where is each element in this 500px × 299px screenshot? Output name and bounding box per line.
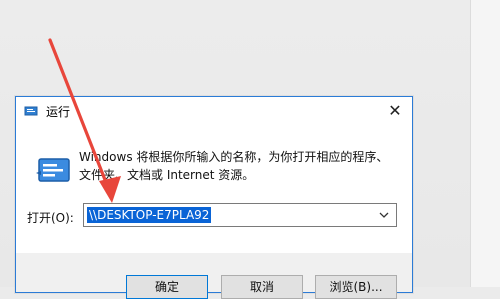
description-line-2: 文件夹、文档或 Internet 资源。 [79,168,255,182]
open-label: 打开(O): [27,211,74,225]
close-icon: ✕ [388,101,402,120]
dialog-description: Windows 将根据你所输入的名称，为你打开相应的程序、 文件夹、文档或 In… [79,148,399,184]
ok-button[interactable]: 确定 [126,275,208,299]
run-icon [24,106,38,116]
browse-button[interactable]: 浏览(B)... [315,275,397,299]
close-button[interactable]: ✕ [384,101,406,121]
description-line-1: Windows 将根据你所输入的名称，为你打开相应的程序、 [79,150,389,164]
cancel-button[interactable]: 取消 [221,275,303,299]
window-title: 运行 [46,105,71,119]
chevron-down-icon[interactable] [378,209,390,221]
open-input-value[interactable]: \\DESKTOP-E7PLA92 [87,207,212,223]
button-bar: 确定 取消 浏览(B)... [16,253,412,299]
run-dialog: 运行 ✕ Windows 将根据你所输入的名称，为你打开相应的程序、 文件夹、文… [15,96,413,299]
side-panel [470,0,500,287]
open-combobox[interactable]: \\DESKTOP-E7PLA92 [83,203,397,227]
title-bar: 运行 ✕ [16,97,412,125]
run-program-icon [36,158,70,182]
